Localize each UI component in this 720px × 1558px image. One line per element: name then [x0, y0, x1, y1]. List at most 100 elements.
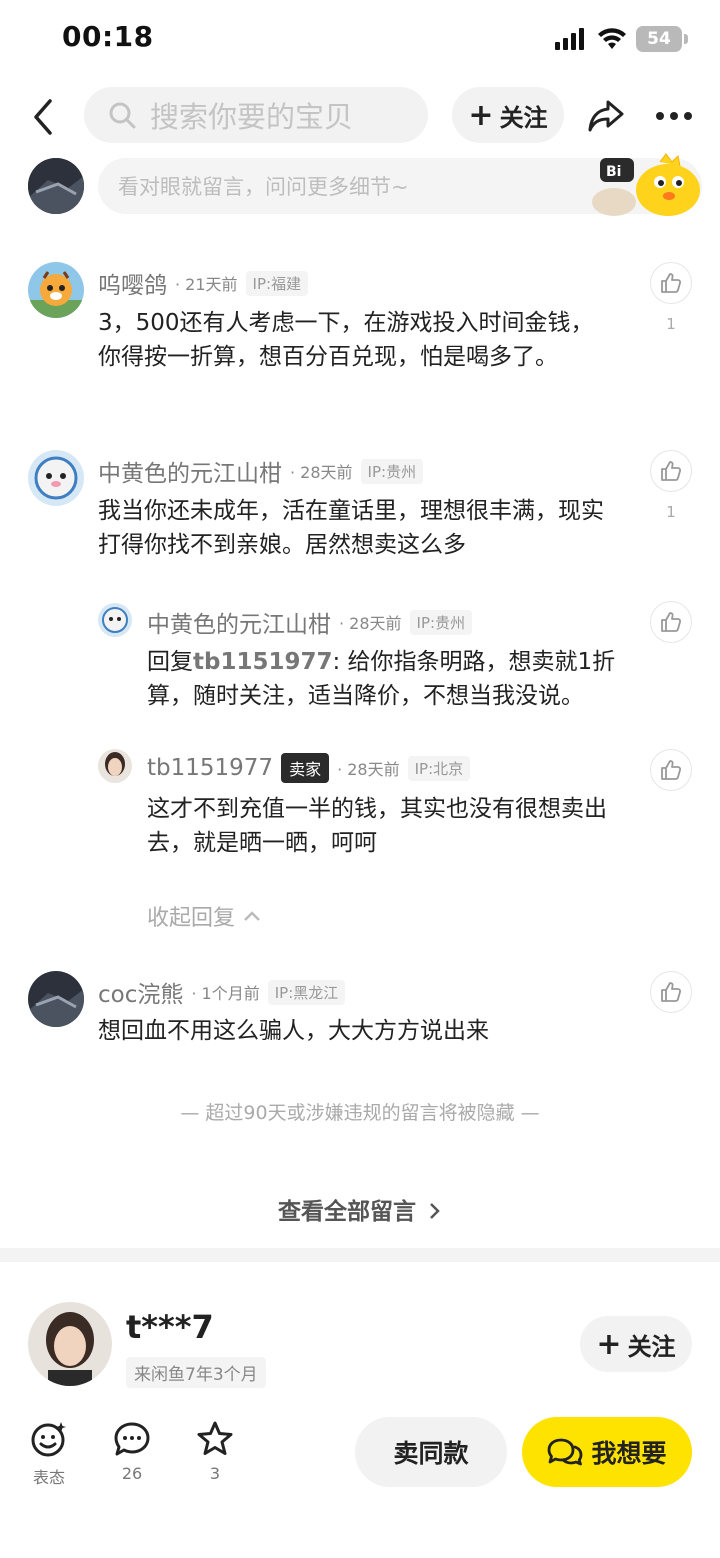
like-button[interactable] — [650, 450, 692, 492]
reply-time-text: 28天前 — [349, 614, 402, 633]
react-button[interactable]: 表态 — [22, 1420, 76, 1488]
avatar-image — [28, 1302, 112, 1386]
seller-badge: 卖家 — [281, 753, 330, 783]
star-icon — [197, 1421, 233, 1455]
status-time: 00:18 — [62, 20, 154, 53]
seller-reply-avatar[interactable] — [98, 749, 132, 783]
commenter-avatar[interactable] — [28, 971, 84, 1027]
ip-location: IP:贵州 — [409, 609, 473, 635]
favorite-button[interactable]: 3 — [188, 1420, 242, 1483]
section-divider — [0, 1248, 720, 1262]
replier-name[interactable]: 中黄色的元江山柑 — [147, 605, 331, 639]
comment-header: 中黄色的元江山柑 · 28天前 IP:贵州 — [98, 454, 424, 488]
like-count: 1 — [666, 315, 676, 333]
ip-location: IP:贵州 — [360, 458, 424, 484]
comment-text: 我当你还未成年，活在童话里，理想很丰满，现实打得你找不到亲娘。居然想卖这么多 — [98, 498, 604, 558]
thumbs-up-icon — [661, 461, 682, 481]
thumbs-up-icon — [661, 760, 682, 780]
avatar-image — [98, 749, 132, 783]
seller-name[interactable]: t***7 — [126, 1308, 214, 1346]
comment-icon — [114, 1422, 150, 1456]
battery-tip — [684, 34, 688, 44]
reply-to-name[interactable]: tb1151977 — [193, 649, 332, 675]
signal-icon — [555, 28, 584, 50]
like-button[interactable] — [650, 971, 692, 1013]
plus-icon: + — [468, 97, 494, 133]
battery-indicator: 54 — [636, 26, 682, 52]
comment-header: 呜嘤鸽 · 21天前 IP:福建 — [98, 266, 309, 300]
comment-placeholder: 看对眼就留言，问问更多细节~ — [118, 175, 409, 199]
reply-time-text: 28天前 — [347, 760, 400, 779]
user-avatar[interactable] — [28, 158, 84, 214]
comment-text: 3，500还有人考虑一下，在游戏投入时间金钱，你得按一折算，想百分百兑现，怕是喝… — [98, 310, 594, 370]
commenter-avatar[interactable] — [28, 262, 84, 318]
comment-time: · 1个月前 — [191, 984, 260, 1003]
like-button[interactable] — [650, 262, 692, 304]
want-button[interactable]: 我想要 — [522, 1417, 692, 1487]
chevron-right-icon — [430, 1203, 440, 1219]
comments-button[interactable]: 26 — [105, 1420, 159, 1483]
react-label: 表态 — [32, 1468, 65, 1487]
seller-avatar[interactable] — [28, 1302, 112, 1386]
emoji-react-icon — [31, 1422, 66, 1457]
comment-text: 想回血不用这么骗人，大大方方说出来 — [98, 1018, 489, 1044]
comment-header: coc浣熊 · 1个月前 IP:黑龙江 — [98, 975, 346, 1009]
avatar-image — [28, 971, 84, 1027]
comment-time-text: 21天前 — [185, 275, 238, 294]
search-input[interactable]: 搜索你要的宝贝 — [84, 87, 428, 143]
ip-location: IP:黑龙江 — [267, 979, 346, 1005]
chat-bubbles-icon — [548, 1438, 583, 1466]
reply-text: 这才不到充值一半的钱，其实也没有很想卖出去，就是晒一晒，呵呵 — [147, 796, 607, 856]
avatar-image — [28, 158, 84, 214]
sell-same-label: 卖同款 — [393, 1439, 469, 1468]
comment-time: · 21天前 — [175, 275, 238, 294]
svg-text:Bi: Bi — [606, 164, 621, 180]
ip-location: IP:福建 — [245, 270, 309, 296]
view-all-comments-button[interactable]: 查看全部留言 — [0, 1192, 720, 1226]
hidden-comments-note: — 超过90天或涉嫌违规的留言将被隐藏 — — [180, 1102, 540, 1124]
avatar-image — [28, 262, 84, 318]
battery-level: 54 — [647, 29, 671, 49]
back-icon[interactable] — [28, 97, 58, 137]
search-icon — [109, 102, 136, 129]
chevron-up-icon — [244, 911, 260, 921]
wifi-icon — [598, 28, 626, 49]
avatar-image — [98, 603, 132, 637]
ip-location: IP:北京 — [407, 755, 471, 781]
thumbs-up-icon — [661, 273, 682, 293]
commenter-avatar[interactable] — [28, 450, 84, 506]
want-label: 我想要 — [591, 1439, 667, 1468]
reply-text: 回复tb1151977: 给你指条明路，想卖就1折算，随时关注，适当降价，不想当… — [147, 645, 627, 713]
view-all-label: 查看全部留言 — [277, 1199, 416, 1225]
comment-count: 26 — [121, 1464, 143, 1483]
reply-prefix: 回复 — [147, 649, 193, 675]
more-icon[interactable] — [655, 110, 693, 122]
commenter-name[interactable]: coc浣熊 — [98, 975, 183, 1009]
like-button[interactable] — [650, 601, 692, 643]
commenter-name[interactable]: 中黄色的元江山柑 — [98, 454, 282, 488]
avatar-image — [28, 450, 84, 506]
like-count: 1 — [666, 503, 676, 521]
sell-same-button[interactable]: 卖同款 — [355, 1417, 507, 1487]
collapse-label: 收起回复 — [147, 906, 236, 931]
reply-time: · 28天前 — [339, 614, 402, 633]
favorite-count: 3 — [209, 1464, 221, 1483]
plus-icon: + — [596, 1326, 622, 1362]
follow-seller-button[interactable]: + 关注 — [580, 1316, 692, 1372]
mascot-sticker: Bi — [592, 153, 700, 216]
replier-avatar[interactable] — [98, 603, 132, 637]
like-button[interactable] — [650, 749, 692, 791]
follow-label: 关注 — [627, 1332, 676, 1361]
reply-time: · 28天前 — [337, 760, 400, 779]
share-icon[interactable] — [586, 96, 626, 136]
comment-time-text: 28天前 — [300, 463, 353, 482]
commenter-name[interactable]: 呜嘤鸽 — [98, 266, 167, 300]
replier-name[interactable]: tb1151977 — [147, 755, 273, 781]
comment-time-text: 1个月前 — [201, 984, 260, 1003]
seller-membership: 来闲鱼7年3个月 — [126, 1357, 266, 1388]
follow-button-top[interactable]: + 关注 — [452, 87, 564, 143]
thumbs-up-icon — [661, 612, 682, 632]
collapse-replies-button[interactable]: 收起回复 — [147, 900, 261, 932]
follow-label: 关注 — [499, 103, 548, 132]
reply-header: tb1151977 卖家 · 28天前 IP:北京 — [147, 753, 471, 783]
